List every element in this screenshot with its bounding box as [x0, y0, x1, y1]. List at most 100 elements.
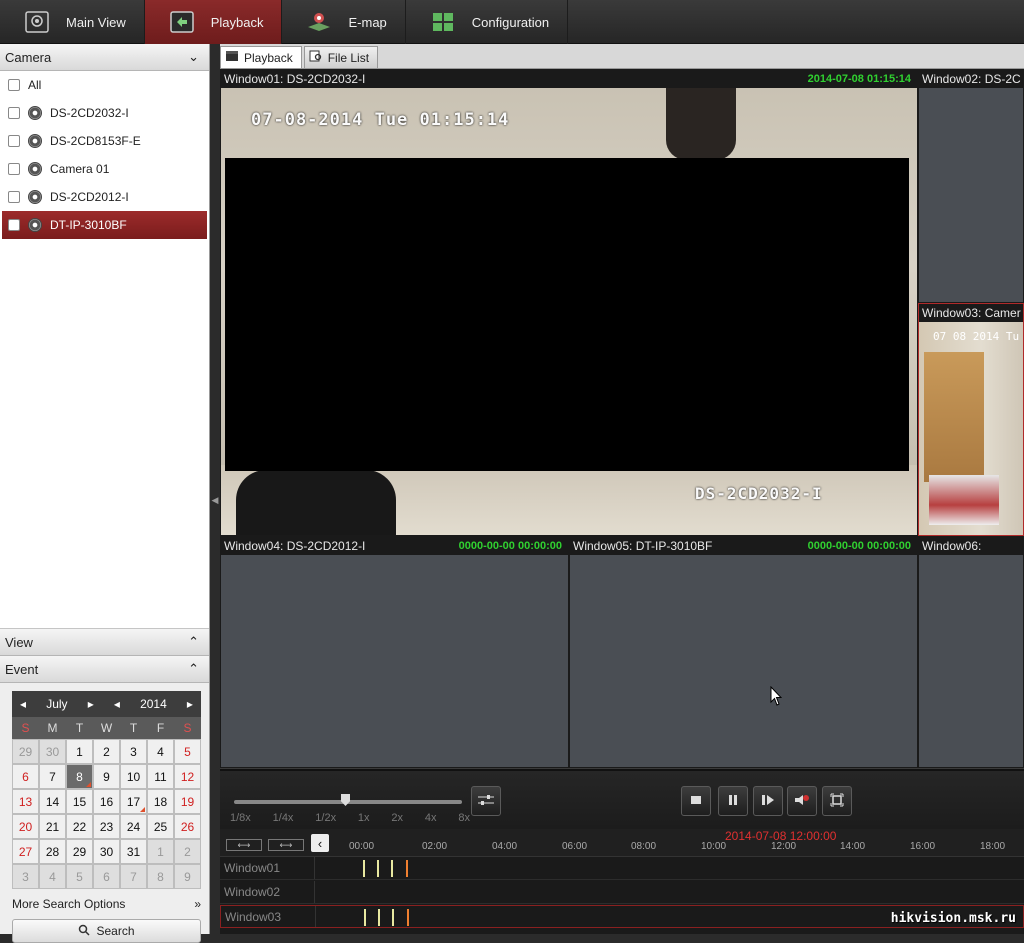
fullscreen-icon — [830, 793, 844, 810]
video-window-5[interactable]: Window05: DT-IP-3010BF 0000-00-00 00:00:… — [569, 536, 918, 768]
timeline-row[interactable]: Window01 — [220, 857, 1024, 880]
calendar-day[interactable]: 23 — [93, 814, 120, 839]
subtab-file-list[interactable]: File List — [304, 46, 378, 68]
calendar-day[interactable]: 24 — [120, 814, 147, 839]
camera-item[interactable]: DS-2CD8153F-E — [0, 127, 209, 155]
calendar-day[interactable]: 30 — [93, 839, 120, 864]
video-window-3[interactable]: Window03: Camer 07 08 2014 Tu — [918, 303, 1024, 536]
calendar-day[interactable]: 30 — [39, 739, 66, 764]
playback-controls: 1/8x 1/4x 1/2x 1x 2x 4x 8x — [220, 769, 1024, 829]
more-search-options[interactable]: More Search Options » — [12, 897, 201, 911]
checkbox[interactable] — [8, 135, 20, 147]
calendar-day[interactable]: 8 — [66, 764, 93, 789]
checkbox[interactable] — [8, 219, 20, 231]
video-window-2[interactable]: Window02: DS-2C — [918, 69, 1024, 303]
calendar-day[interactable]: 31 — [120, 839, 147, 864]
calendar-day[interactable]: 8 — [147, 864, 174, 889]
calendar-day[interactable]: 4 — [39, 864, 66, 889]
weekday-header: M — [39, 717, 66, 739]
calendar: ◂ July ▸ ◂ 2014 ▸ SMTWTFS293012345678910… — [12, 691, 201, 889]
stop-icon — [690, 794, 702, 808]
calendar-day[interactable]: 25 — [147, 814, 174, 839]
feed-person — [666, 88, 736, 160]
video-window-1[interactable]: Window01: DS-2CD2032-I 2014-07-08 01:15:… — [220, 69, 918, 536]
calendar-day[interactable]: 20 — [12, 814, 39, 839]
record-segment — [377, 860, 379, 877]
calendar-day[interactable]: 4 — [147, 739, 174, 764]
weekday-header: F — [147, 717, 174, 739]
speed-slider-knob[interactable] — [341, 794, 350, 806]
camera-item[interactable]: Camera 01 — [0, 155, 209, 183]
next-month-icon[interactable]: ▸ — [88, 697, 94, 711]
calendar-day[interactable]: 19 — [174, 789, 201, 814]
calendar-day[interactable]: 11 — [147, 764, 174, 789]
subtab-playback[interactable]: Playback — [220, 46, 302, 68]
calendar-day[interactable]: 3 — [12, 864, 39, 889]
calendar-day[interactable]: 26 — [174, 814, 201, 839]
speaker-muted-icon — [794, 794, 810, 809]
mute-button[interactable] — [787, 786, 817, 816]
pause-button[interactable] — [718, 786, 748, 816]
search-button[interactable]: Search — [12, 919, 201, 943]
calendar-day[interactable]: 5 — [174, 739, 201, 764]
single-frame-button[interactable] — [753, 786, 783, 816]
timeline-row[interactable]: Window02 — [220, 881, 1024, 904]
calendar-day[interactable]: 1 — [66, 739, 93, 764]
timeline-scroll-left-button[interactable]: ‹ — [311, 834, 329, 852]
calendar-day[interactable]: 15 — [66, 789, 93, 814]
calendar-day[interactable]: 28 — [39, 839, 66, 864]
tab-playback[interactable]: Playback — [145, 0, 283, 44]
view-header-label: View — [5, 635, 33, 650]
calendar-day[interactable]: 3 — [120, 739, 147, 764]
calendar-day[interactable]: 13 — [12, 789, 39, 814]
tab-emap[interactable]: E-map — [282, 0, 405, 44]
calendar-day[interactable]: 16 — [93, 789, 120, 814]
calendar-day[interactable]: 27 — [12, 839, 39, 864]
camera-panel-header[interactable]: Camera ⌄ — [0, 44, 209, 71]
calendar-day[interactable]: 2 — [93, 739, 120, 764]
camera-item-selected[interactable]: DT-IP-3010BF — [2, 211, 207, 239]
video-window-6[interactable]: Window06: — [918, 536, 1024, 768]
zoom-in-timeline-button[interactable]: ⟷ — [226, 839, 262, 851]
calendar-day[interactable]: 17 — [120, 789, 147, 814]
calendar-day[interactable]: 9 — [93, 764, 120, 789]
camera-item-all[interactable]: All — [0, 71, 209, 99]
camera-item[interactable]: DS-2CD2032-I — [0, 99, 209, 127]
calendar-day[interactable]: 22 — [66, 814, 93, 839]
calendar-day[interactable]: 10 — [120, 764, 147, 789]
stop-button[interactable] — [681, 786, 711, 816]
fullscreen-button[interactable] — [822, 786, 852, 816]
calendar-day[interactable]: 2 — [174, 839, 201, 864]
checkbox[interactable] — [8, 191, 20, 203]
calendar-day[interactable]: 5 — [66, 864, 93, 889]
next-year-icon[interactable]: ▸ — [187, 697, 193, 711]
zoom-out-timeline-button[interactable]: ⟷ — [268, 839, 304, 851]
adjust-settings-button[interactable] — [471, 786, 501, 816]
calendar-day[interactable]: 14 — [39, 789, 66, 814]
calendar-day[interactable]: 7 — [120, 864, 147, 889]
checkbox[interactable] — [8, 163, 20, 175]
calendar-day[interactable]: 7 — [39, 764, 66, 789]
calendar-day[interactable]: 29 — [66, 839, 93, 864]
record-segment — [391, 860, 393, 877]
calendar-day[interactable]: 29 — [12, 739, 39, 764]
calendar-day[interactable]: 12 — [174, 764, 201, 789]
video-window-4[interactable]: Window04: DS-2CD2012-I 0000-00-00 00:00:… — [220, 536, 569, 768]
calendar-day[interactable]: 9 — [174, 864, 201, 889]
tab-configuration[interactable]: Configuration — [406, 0, 568, 44]
tab-main-view[interactable]: Main View — [0, 0, 145, 44]
view-panel-header[interactable]: View ⌃ — [0, 629, 209, 656]
calendar-day[interactable]: 6 — [93, 864, 120, 889]
calendar-day[interactable]: 6 — [12, 764, 39, 789]
camera-item[interactable]: DS-2CD2012-I — [0, 183, 209, 211]
calendar-day[interactable]: 18 — [147, 789, 174, 814]
checkbox[interactable] — [8, 79, 20, 91]
checkbox[interactable] — [8, 107, 20, 119]
prev-year-icon[interactable]: ◂ — [114, 697, 120, 711]
collapse-panel-handle[interactable]: ◀ — [210, 480, 220, 520]
calendar-day[interactable]: 1 — [147, 839, 174, 864]
speed-label: 4x — [425, 812, 437, 824]
calendar-day[interactable]: 21 — [39, 814, 66, 839]
prev-month-icon[interactable]: ◂ — [20, 697, 26, 711]
event-panel-header[interactable]: Event ⌃ — [0, 656, 209, 683]
